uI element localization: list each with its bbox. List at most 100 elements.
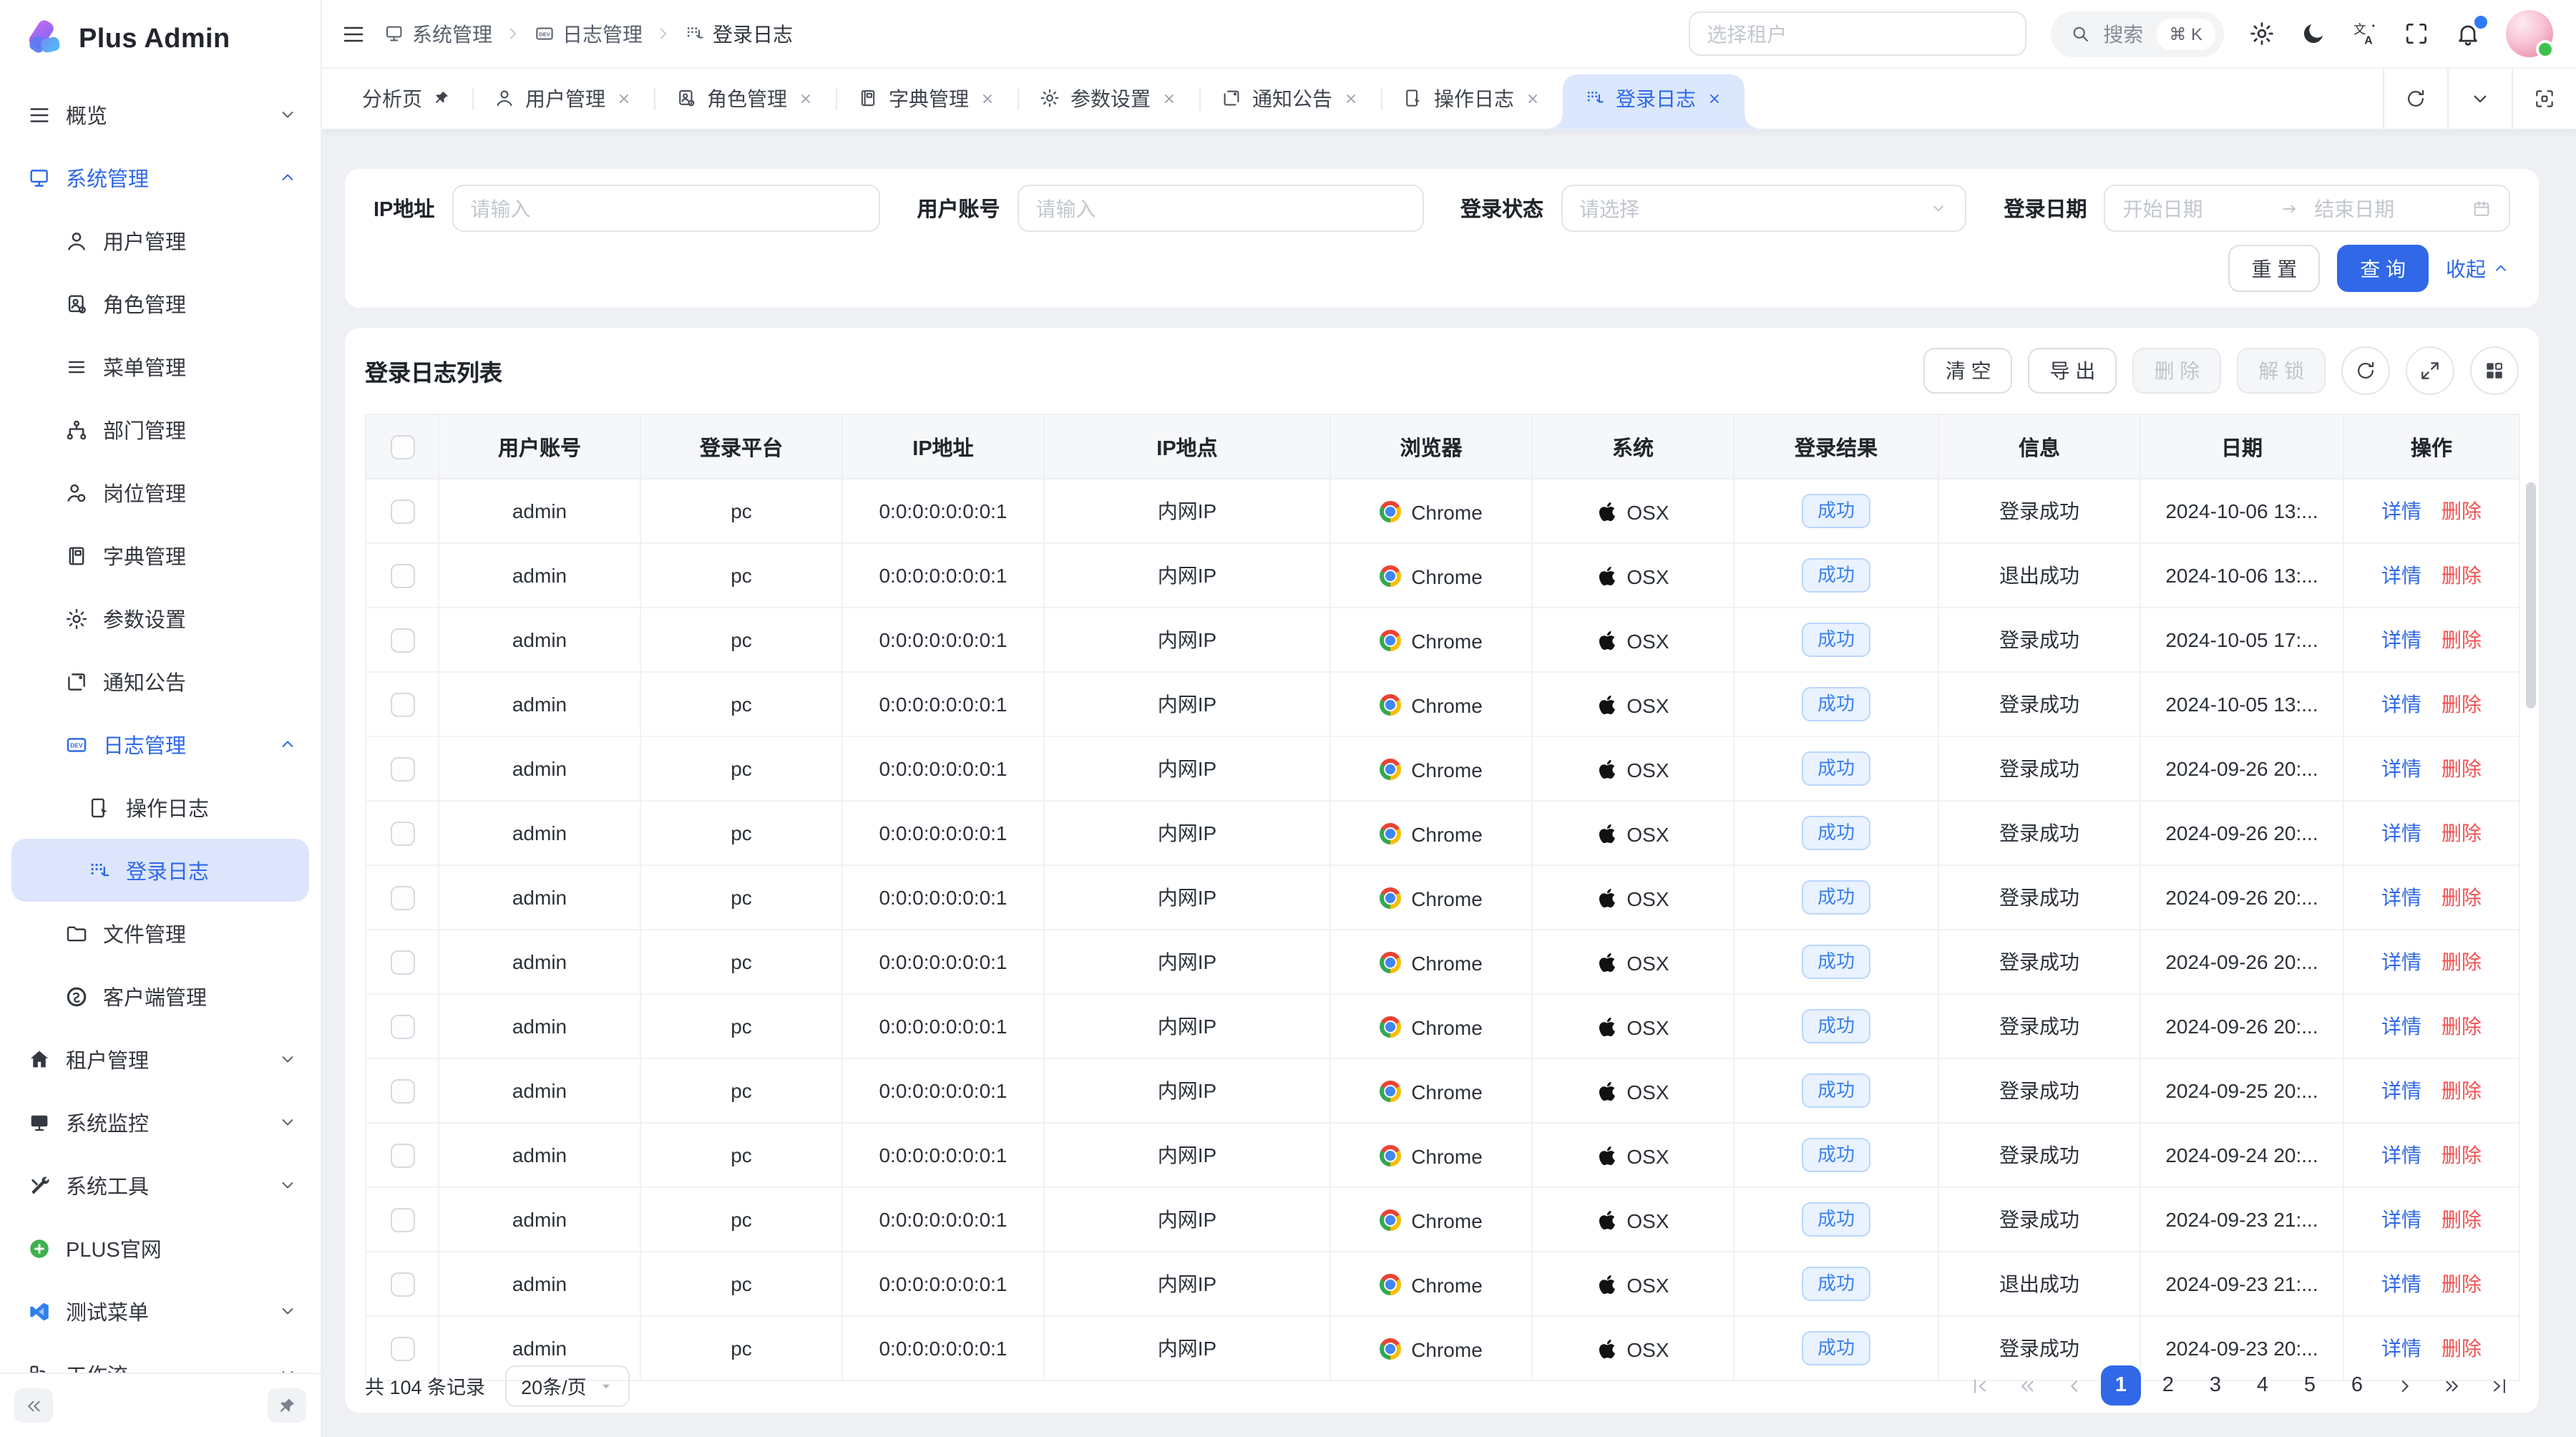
refresh-table-button[interactable]: [2341, 346, 2390, 395]
delete-link[interactable]: 删除: [2441, 1144, 2482, 1166]
close-icon[interactable]: [1706, 89, 1723, 107]
delete-link[interactable]: 删除: [2441, 500, 2482, 522]
sidebar-item-tenants[interactable]: 租户管理: [11, 1028, 309, 1091]
status-select[interactable]: 请选择: [1561, 185, 1967, 232]
page-nav-next-double[interactable]: [2431, 1365, 2472, 1406]
fullscreen-icon[interactable]: [2403, 20, 2430, 47]
sidebar-item-clients[interactable]: 客户端管理: [11, 965, 309, 1028]
sidebar-item-overview[interactable]: 概览: [11, 83, 309, 146]
page-number-4[interactable]: 4: [2243, 1365, 2283, 1406]
export-button[interactable]: 导 出: [2029, 348, 2117, 394]
account-input[interactable]: [1018, 185, 1424, 232]
detail-link[interactable]: 详情: [2381, 822, 2421, 844]
gear-icon[interactable]: [2248, 20, 2275, 47]
sidebar-item-logs[interactable]: DEV日志管理: [11, 713, 309, 776]
sidebar-item-roles[interactable]: 角色管理: [11, 272, 309, 335]
sidebar-item-departments[interactable]: 部门管理: [11, 398, 309, 461]
sidebar-item-posts[interactable]: 岗位管理: [11, 461, 309, 524]
avatar[interactable]: [2506, 10, 2553, 57]
delete-link[interactable]: 删除: [2441, 693, 2482, 716]
detail-link[interactable]: 详情: [2381, 693, 2421, 716]
scrollbar-thumb[interactable]: [2526, 482, 2536, 708]
breadcrumb-item[interactable]: 登录日志: [684, 19, 793, 48]
tabbar-action-refresh[interactable]: [2383, 67, 2447, 129]
delete-link[interactable]: 删除: [2441, 1208, 2482, 1231]
delete-link[interactable]: 删除: [2441, 1272, 2482, 1295]
tab-parameters[interactable]: 参数设置: [1018, 67, 1199, 129]
breadcrumb-item[interactable]: 系统管理: [384, 19, 492, 48]
detail-link[interactable]: 详情: [2381, 1208, 2421, 1231]
row-checkbox[interactable]: [390, 1208, 414, 1232]
row-checkbox[interactable]: [390, 886, 414, 910]
page-nav-prev[interactable]: [2054, 1365, 2094, 1406]
close-icon[interactable]: [1524, 89, 1541, 107]
page-number-5[interactable]: 5: [2290, 1365, 2330, 1406]
clear-button[interactable]: 清 空: [1924, 348, 2013, 394]
expand-table-button[interactable]: [2406, 346, 2454, 395]
reset-button[interactable]: 重 置: [2228, 245, 2320, 292]
page-nav-last[interactable]: [2479, 1365, 2519, 1406]
hamburger-icon[interactable]: [341, 21, 366, 47]
detail-link[interactable]: 详情: [2381, 1144, 2421, 1166]
row-checkbox[interactable]: [390, 564, 414, 588]
row-checkbox[interactable]: [390, 822, 414, 846]
row-checkbox[interactable]: [390, 757, 414, 781]
close-icon[interactable]: [615, 89, 633, 107]
date-range-picker[interactable]: 开始日期 结束日期: [2104, 185, 2511, 232]
column-settings-button[interactable]: [2470, 346, 2519, 395]
sidebar-item-plus-site[interactable]: PLUS官网: [11, 1217, 309, 1280]
row-checkbox[interactable]: [390, 1272, 414, 1297]
delete-button[interactable]: 删 除: [2132, 348, 2221, 394]
delete-link[interactable]: 删除: [2441, 950, 2482, 973]
select-all-checkbox[interactable]: [390, 434, 414, 459]
translate-icon[interactable]: 文A: [2351, 20, 2379, 47]
delete-link[interactable]: 删除: [2441, 1337, 2482, 1360]
detail-link[interactable]: 详情: [2381, 500, 2421, 522]
detail-link[interactable]: 详情: [2381, 757, 2421, 780]
row-checkbox[interactable]: [390, 1015, 414, 1039]
row-checkbox[interactable]: [390, 1079, 414, 1104]
delete-link[interactable]: 删除: [2441, 757, 2482, 780]
tab-dictionaries[interactable]: 字典管理: [836, 67, 1018, 129]
sidebar-item-files[interactable]: 文件管理: [11, 902, 309, 965]
query-button[interactable]: 查 询: [2337, 245, 2429, 292]
page-number-6[interactable]: 6: [2337, 1365, 2377, 1406]
sidebar-item-users[interactable]: 用户管理: [11, 209, 309, 272]
detail-link[interactable]: 详情: [2381, 1015, 2421, 1038]
delete-link[interactable]: 删除: [2441, 886, 2482, 909]
app-logo[interactable]: Plus Admin: [0, 0, 321, 80]
tabbar-action-chevron-down[interactable]: [2447, 67, 2512, 129]
delete-link[interactable]: 删除: [2441, 822, 2482, 844]
sidebar-item-test-menu[interactable]: 测试菜单: [11, 1280, 309, 1343]
sidebar-item-notices[interactable]: 通知公告: [11, 650, 309, 713]
sidebar-pin-button[interactable]: [268, 1388, 306, 1423]
delete-link[interactable]: 删除: [2441, 1079, 2482, 1102]
row-checkbox[interactable]: [390, 950, 414, 975]
tenant-select-input[interactable]: [1688, 11, 2026, 56]
close-icon[interactable]: [979, 89, 996, 107]
row-checkbox[interactable]: [390, 628, 414, 653]
sidebar-item-login-log[interactable]: 登录日志: [11, 839, 309, 902]
close-icon[interactable]: [1342, 89, 1360, 107]
page-size-select[interactable]: 20条/页: [505, 1365, 630, 1406]
row-checkbox[interactable]: [390, 1337, 414, 1361]
sidebar-item-monitoring[interactable]: 系统监控: [11, 1091, 309, 1154]
tabbar-action-fullscreen-box[interactable]: [2512, 67, 2576, 129]
sidebar-item-workflow[interactable]: 工作流: [11, 1343, 309, 1373]
detail-link[interactable]: 详情: [2381, 1272, 2421, 1295]
breadcrumb-item[interactable]: DEV日志管理: [534, 19, 643, 48]
close-icon[interactable]: [797, 89, 814, 107]
sidebar-collapse-button[interactable]: [14, 1388, 53, 1423]
page-number-3[interactable]: 3: [2195, 1365, 2235, 1406]
sidebar-item-system[interactable]: 系统管理: [11, 146, 309, 209]
tab-operation-log[interactable]: 操作日志: [1381, 67, 1563, 129]
row-checkbox[interactable]: [390, 1144, 414, 1168]
detail-link[interactable]: 详情: [2381, 564, 2421, 587]
global-search[interactable]: 搜索 ⌘ K: [2050, 11, 2224, 57]
table-scrollbar[interactable]: [2526, 482, 2536, 1353]
page-number-2[interactable]: 2: [2148, 1365, 2188, 1406]
detail-link[interactable]: 详情: [2381, 1079, 2421, 1102]
detail-link[interactable]: 详情: [2381, 886, 2421, 909]
row-checkbox[interactable]: [390, 500, 414, 524]
delete-link[interactable]: 删除: [2441, 564, 2482, 587]
